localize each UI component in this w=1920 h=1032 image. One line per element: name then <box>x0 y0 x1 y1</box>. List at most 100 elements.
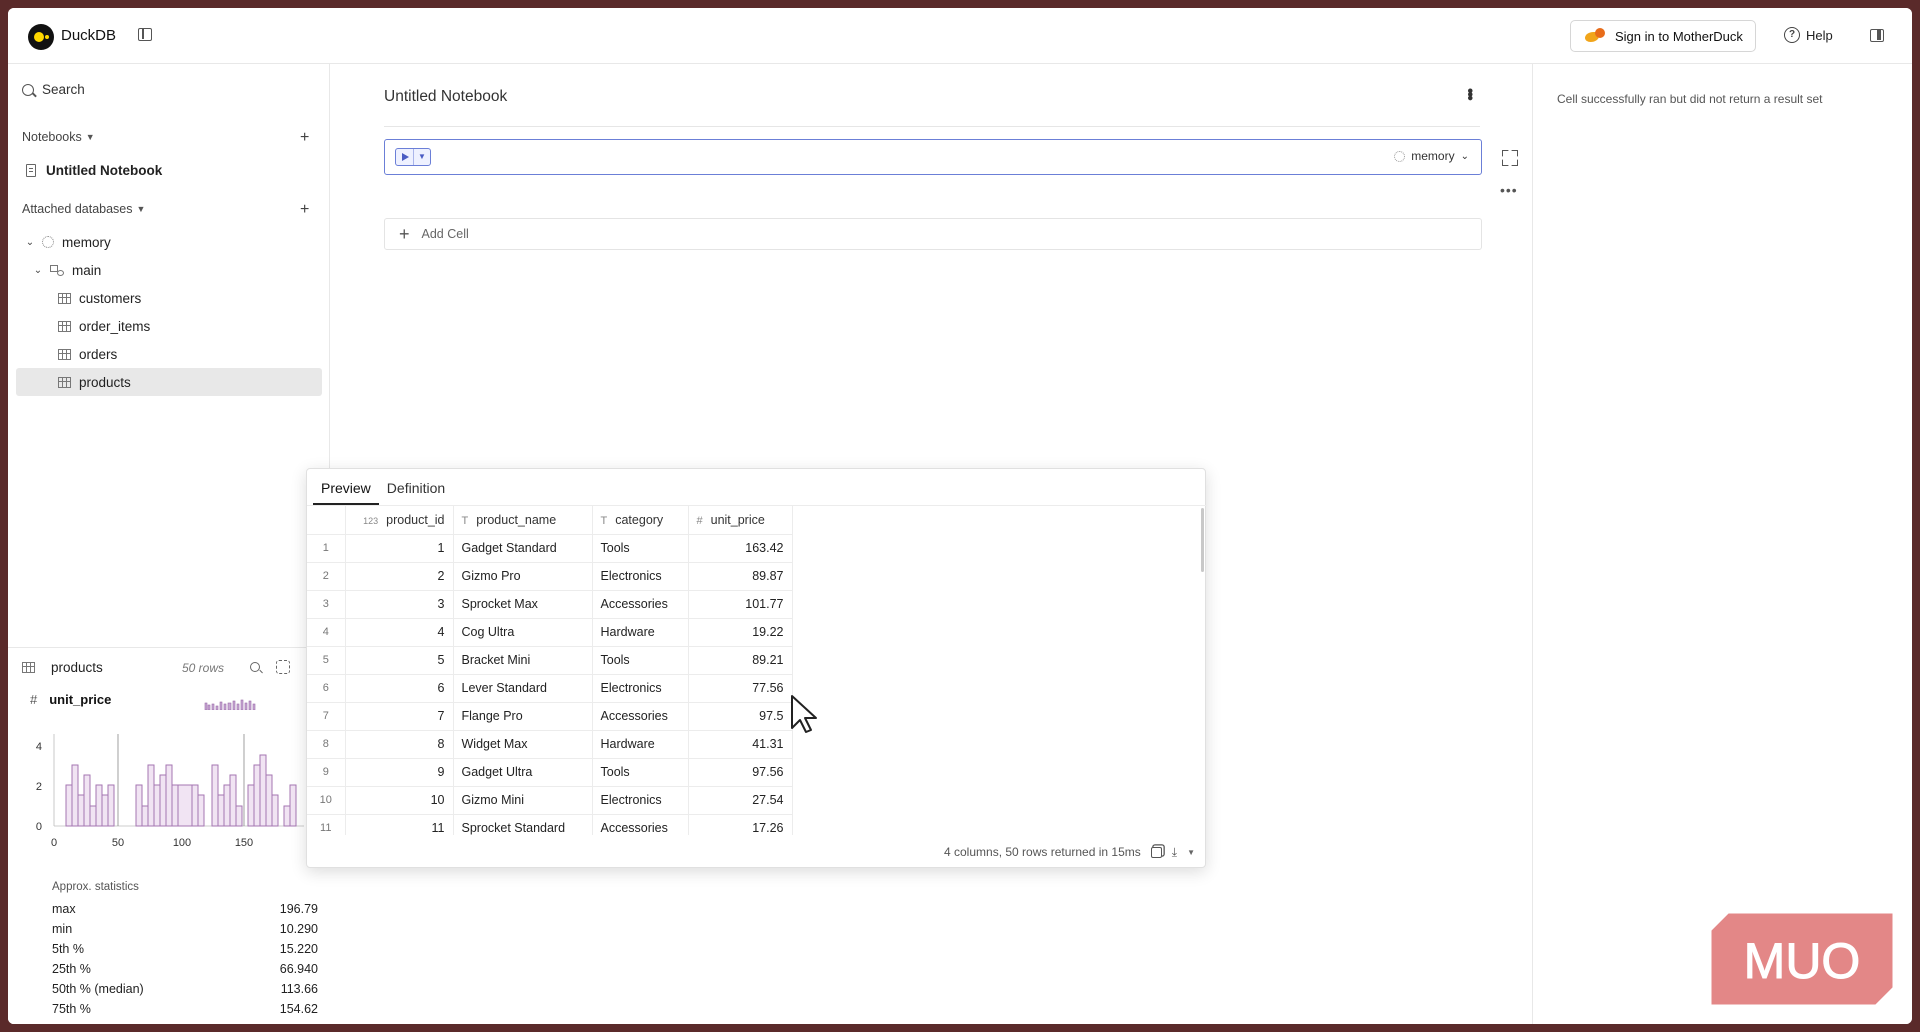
table-row[interactable]: 10 10 Gizmo Mini Electronics 27.54 <box>307 786 793 815</box>
cell-product-name[interactable]: Sprocket Standard <box>453 814 593 835</box>
cell-unit-price[interactable]: 89.87 <box>688 562 793 591</box>
notebooks-section-header[interactable]: Notebooks ▼ <box>22 130 95 144</box>
row-index[interactable]: 11 <box>307 814 346 835</box>
cell-product-name[interactable]: Bracket Mini <box>453 646 593 675</box>
cell-product-id[interactable]: 11 <box>345 814 454 835</box>
right-panel-toggle-icon[interactable] <box>1870 29 1884 42</box>
cell-product-name[interactable]: Lever Standard <box>453 674 593 703</box>
cell-category[interactable]: Tools <box>592 646 689 675</box>
cell-product-id[interactable]: 6 <box>345 674 454 703</box>
sidebar-toggle-icon[interactable] <box>138 28 152 41</box>
sidebar-item-notebook[interactable]: Untitled Notebook <box>16 156 322 184</box>
notebook-title[interactable]: Untitled Notebook <box>384 88 507 106</box>
chevron-down-icon[interactable]: ▼ <box>414 149 430 165</box>
focus-icon[interactable] <box>276 660 290 674</box>
cell-database-select[interactable]: memory ⌄ <box>1394 149 1469 163</box>
column-header[interactable]: # unit_price <box>688 506 793 535</box>
cell-unit-price[interactable]: 27.54 <box>688 786 793 815</box>
table-row[interactable]: 9 9 Gadget Ultra Tools 97.56 <box>307 758 793 787</box>
cell-product-id[interactable]: 4 <box>345 618 454 647</box>
cell-category[interactable]: Hardware <box>592 618 689 647</box>
cell-category[interactable]: Accessories <box>592 814 689 835</box>
sidebar-item-database[interactable]: ⌄ memory <box>16 228 322 256</box>
expand-icon[interactable] <box>1502 150 1516 164</box>
row-index[interactable]: 5 <box>307 646 346 675</box>
sql-cell-editor[interactable]: ▼ memory ⌄ <box>384 139 1482 175</box>
cell-product-name[interactable]: Gadget Ultra <box>453 758 593 787</box>
tab-definition[interactable]: Definition <box>379 469 453 505</box>
notebook-menu-icon[interactable]: ••• <box>1460 88 1478 99</box>
column-header[interactable]: Tproduct_name <box>453 506 593 535</box>
sidebar-item-table[interactable]: order_items <box>16 312 322 340</box>
cell-product-name[interactable]: Sprocket Max <box>453 590 593 619</box>
add-cell-button[interactable]: + Add Cell <box>384 218 1482 250</box>
cell-product-name[interactable]: Gizmo Mini <box>453 786 593 815</box>
cell-category[interactable]: Electronics <box>592 674 689 703</box>
column-header[interactable]: 123 product_id <box>345 506 454 535</box>
more-options-icon[interactable]: ••• <box>1500 182 1518 198</box>
row-index[interactable]: 2 <box>307 562 346 591</box>
sidebar-item-table[interactable]: orders <box>16 340 322 368</box>
row-index[interactable]: 4 <box>307 618 346 647</box>
download-icon[interactable]: ⤓ <box>1172 845 1177 860</box>
sidebar-search[interactable]: Search <box>22 82 85 97</box>
cell-category[interactable]: Electronics <box>592 786 689 815</box>
attach-database-button[interactable]: + <box>300 202 309 218</box>
cell-unit-price[interactable]: 77.56 <box>688 674 793 703</box>
cell-product-id[interactable]: 3 <box>345 590 454 619</box>
tab-preview[interactable]: Preview <box>313 469 379 505</box>
table-row[interactable]: 4 4 Cog Ultra Hardware 19.22 <box>307 618 793 647</box>
cell-product-id[interactable]: 5 <box>345 646 454 675</box>
cell-product-name[interactable]: Gadget Standard <box>453 534 593 563</box>
cell-category[interactable]: Hardware <box>592 730 689 759</box>
attached-databases-header[interactable]: Attached databases ▼ <box>22 202 145 216</box>
row-index[interactable]: 8 <box>307 730 346 759</box>
cell-unit-price[interactable]: 41.31 <box>688 730 793 759</box>
cell-product-id[interactable]: 1 <box>345 534 454 563</box>
cell-category[interactable]: Accessories <box>592 702 689 731</box>
row-index[interactable]: 7 <box>307 702 346 731</box>
vertical-scrollbar[interactable] <box>1201 508 1204 572</box>
row-index[interactable]: 3 <box>307 590 346 619</box>
table-row[interactable]: 5 5 Bracket Mini Tools 89.21 <box>307 646 793 675</box>
cell-product-name[interactable]: Gizmo Pro <box>453 562 593 591</box>
row-index[interactable]: 10 <box>307 786 346 815</box>
chevron-down-icon[interactable]: ⌄ <box>30 265 46 276</box>
chevron-down-icon[interactable]: ▼ <box>1187 848 1195 857</box>
preview-grid[interactable]: 123 product_id Tproduct_name Tcategory # u… <box>307 505 1207 835</box>
row-index[interactable]: 1 <box>307 534 346 563</box>
table-row[interactable]: 11 11 Sprocket Standard Accessories 17.26 <box>307 814 793 835</box>
cell-unit-price[interactable]: 101.77 <box>688 590 793 619</box>
run-cell-button[interactable]: ▼ <box>395 148 431 166</box>
row-index[interactable]: 9 <box>307 758 346 787</box>
sidebar-item-table-selected[interactable]: products <box>16 368 322 396</box>
cell-product-id[interactable]: 10 <box>345 786 454 815</box>
cell-product-id[interactable]: 2 <box>345 562 454 591</box>
cell-unit-price[interactable]: 19.22 <box>688 618 793 647</box>
help-button[interactable]: ? Help <box>1784 27 1833 43</box>
cell-category[interactable]: Tools <box>592 534 689 563</box>
cell-category[interactable]: Tools <box>592 758 689 787</box>
search-icon[interactable] <box>250 662 260 672</box>
cell-category[interactable]: Accessories <box>592 590 689 619</box>
add-notebook-button[interactable]: + <box>300 130 309 146</box>
table-row[interactable]: 7 7 Flange Pro Accessories 97.5 <box>307 702 793 731</box>
table-row[interactable]: 6 6 Lever Standard Electronics 77.56 <box>307 674 793 703</box>
cell-unit-price[interactable]: 89.21 <box>688 646 793 675</box>
cell-product-id[interactable]: 9 <box>345 758 454 787</box>
cell-product-name[interactable]: Cog Ultra <box>453 618 593 647</box>
row-index[interactable]: 6 <box>307 674 346 703</box>
cell-product-name[interactable]: Flange Pro <box>453 702 593 731</box>
sign-in-motherduck-button[interactable]: Sign in to MotherDuck <box>1570 20 1756 52</box>
cell-category[interactable]: Electronics <box>592 562 689 591</box>
cell-unit-price[interactable]: 97.56 <box>688 758 793 787</box>
sidebar-item-schema[interactable]: ⌄ main <box>16 256 322 284</box>
chevron-down-icon[interactable]: ⌄ <box>22 237 38 248</box>
cell-unit-price[interactable]: 17.26 <box>688 814 793 835</box>
table-row[interactable]: 2 2 Gizmo Pro Electronics 89.87 <box>307 562 793 591</box>
cell-product-name[interactable]: Widget Max <box>453 730 593 759</box>
cell-unit-price[interactable]: 163.42 <box>688 534 793 563</box>
copy-icon[interactable] <box>1150 846 1162 858</box>
sidebar-item-table[interactable]: customers <box>16 284 322 312</box>
play-icon[interactable] <box>396 149 414 165</box>
